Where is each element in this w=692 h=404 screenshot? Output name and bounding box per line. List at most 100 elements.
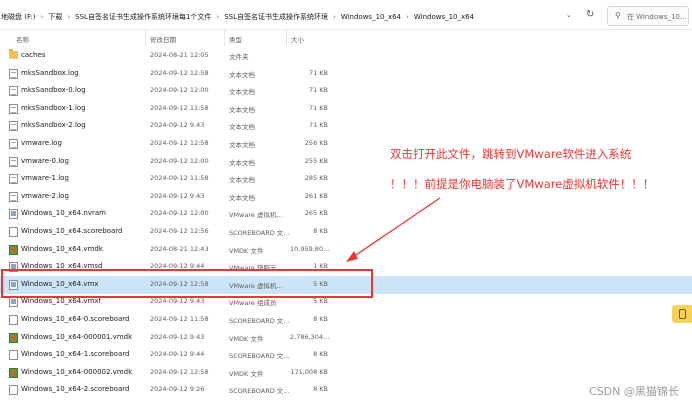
- file-name: vmware-0.log: [21, 156, 69, 165]
- file-row[interactable]: mksSandbox.log 2024-09-12 12:58 文本文档 71 KB: [0, 65, 692, 83]
- file-size: 2,786,304...: [290, 332, 330, 341]
- file-date: 2024-09-12 9:44: [150, 350, 205, 359]
- file-date: 2024-08-21 12:05: [150, 51, 209, 59]
- file-size: 285 KB: [304, 174, 328, 183]
- file-date: 2024-09-12 9:43: [150, 191, 205, 200]
- file-name: mksSandbox.log: [21, 68, 79, 77]
- file-type: SCOREBOARD 文...: [229, 317, 290, 325]
- text-file-icon: [9, 191, 18, 202]
- annotation-text-1: 双击打开此文件，跳转到VMware软件进入系统: [390, 147, 632, 161]
- file-name: Windows_10_x64.scoreboard: [21, 227, 123, 235]
- file-name: Windows_10_x64.vmxf: [21, 297, 101, 306]
- breadcrumb-item[interactable]: Windows_10_x64: [413, 13, 475, 21]
- file-name: caches: [21, 51, 46, 59]
- file-size: 71 KB: [308, 86, 328, 95]
- text-file-icon: [9, 86, 18, 97]
- vm-file-icon: [9, 297, 18, 308]
- file-date: 2024-09-12 12:00: [150, 209, 209, 218]
- file-name: mksSandbox-0.log: [21, 86, 86, 95]
- text-file-icon: [9, 139, 18, 149]
- file-type: SCOREBOARD 文...: [229, 229, 290, 237]
- side-widget-icon[interactable]: [672, 305, 692, 323]
- file-row[interactable]: mksSandbox-1.log 2024-09-12 11:58 文本文档 71 K…: [0, 100, 692, 118]
- file-row[interactable]: mksSandbox-2.log 2024-09-12 9:43 文本文档 71 KB: [0, 117, 692, 135]
- file-row[interactable]: Windows_10_x64.nvram 2024-09-12 12:00 VMwa…: [0, 205, 692, 223]
- file-row[interactable]: Windows_10_x64-0.scoreboard 2024-09-12 11…: [0, 311, 692, 329]
- chevron-down-icon[interactable]: ⌄: [566, 11, 572, 19]
- watermark: CSDN @黑猫锦长: [589, 385, 679, 398]
- file-size: 8 KB: [313, 350, 328, 359]
- file-type: 文本文档: [229, 105, 255, 114]
- blank-file-icon: [9, 315, 18, 325]
- column-divider[interactable]: [286, 30, 287, 46]
- file-date: 2024-09-12 11:58: [150, 103, 209, 112]
- file-name: vmware.log: [21, 139, 62, 147]
- file-name: vmware-2.log: [21, 191, 69, 200]
- search-box[interactable]: ⚲ 在 Windows_10...: [607, 6, 689, 26]
- refresh-icon[interactable]: ↻: [586, 9, 594, 20]
- breadcrumb-item[interactable]: SSL自签名证书生成操作系统环境每1个文件: [74, 12, 212, 22]
- file-name: Windows_10_x64-1.scoreboard: [21, 350, 130, 359]
- column-divider[interactable]: [224, 30, 225, 46]
- file-row[interactable]: mksSandbox-0.log 2024-09-12 12:00 文本文档 71 K…: [0, 82, 692, 100]
- text-file-icon: [9, 103, 18, 114]
- file-name: Windows_10_x64-000001.vmdk: [21, 332, 133, 341]
- file-row[interactable]: Windows_10_x64-000002.vmdk 2024-09-12 12:…: [0, 364, 692, 382]
- file-date: 2024-09-12 11:58: [150, 315, 209, 323]
- column-name-header[interactable]: 名称: [16, 34, 29, 44]
- annotation-text-2: ！！！前提是你电脑装了VMware虚拟机软件！！！: [390, 177, 655, 191]
- column-divider[interactable]: [145, 30, 146, 46]
- blank-file-icon: [9, 350, 18, 361]
- file-date: 2024-09-12 11:58: [150, 174, 209, 183]
- text-file-icon: [9, 174, 18, 185]
- file-type: 文本文档: [229, 123, 255, 132]
- file-type: VMDK 文件: [229, 369, 264, 378]
- file-date: 2024-09-12 12:00: [150, 156, 209, 165]
- file-row[interactable]: caches 2024-08-21 12:05 文件夹: [0, 47, 692, 65]
- blank-file-icon: [9, 227, 18, 237]
- breadcrumb-item[interactable]: 下载: [47, 12, 63, 22]
- file-type: VMware 组成员: [229, 299, 277, 308]
- breadcrumb-item[interactable]: SSL自签名证书生成操作系统环境: [223, 12, 329, 22]
- address-bar[interactable]: 地磁盘 (F:) › 下载 › SSL自签名证书生成操作系统环境每1个文件 › SSL自签名…: [0, 0, 692, 30]
- column-size-header[interactable]: 大小: [291, 34, 304, 44]
- column-header: 名称 修改日期 类型 大小: [0, 31, 692, 45]
- column-date-header[interactable]: 修改日期: [150, 34, 176, 44]
- file-row[interactable]: Windows_10_x64.vmdk 2024-08-21 12:43 VMDK …: [0, 241, 692, 259]
- file-row[interactable]: Windows_10_x64-1.scoreboard 2024-09-12 9:…: [0, 346, 692, 364]
- breadcrumb-separator-icon: ›: [67, 13, 71, 21]
- file-row[interactable]: Windows_10_x64-000001.vmdk 2024-09-12 9:4…: [0, 329, 692, 347]
- file-size: 10,959,80...: [290, 244, 330, 253]
- file-date: 2024-09-12 9:43: [150, 297, 205, 306]
- search-icon: ⚲: [615, 11, 621, 20]
- file-size: 71 KB: [308, 103, 328, 112]
- file-date: 2024-09-12 9:26: [150, 385, 205, 394]
- file-size: 8 KB: [313, 227, 328, 235]
- breadcrumb[interactable]: 地磁盘 (F:) › 下载 › SSL自签名证书生成操作系统环境每1个文件 › SSL自签名…: [0, 11, 475, 23]
- file-size: 261 KB: [304, 191, 328, 200]
- file-name: Windows_10_x64.vmdk: [21, 244, 103, 253]
- file-size: 8 KB: [313, 315, 328, 323]
- breadcrumb-item[interactable]: Windows_10_x64: [340, 13, 402, 21]
- file-name: Windows_10_x64.nvram: [21, 209, 106, 218]
- breadcrumb-item[interactable]: 地磁盘 (F:): [0, 12, 37, 22]
- column-type-header[interactable]: 类型: [229, 34, 242, 44]
- blank-file-icon: [9, 385, 18, 396]
- file-type: 文本文档: [229, 158, 255, 167]
- file-type: 文本文档: [229, 70, 255, 79]
- file-size: 71 KB: [308, 121, 328, 130]
- file-type: VMDK 文件: [229, 246, 264, 255]
- file-row[interactable]: Windows_10_x64.scoreboard 2024-09-12 12:5…: [0, 223, 692, 241]
- file-date: 2024-09-12 9:43: [150, 332, 205, 341]
- file-date: 2024-09-12 12:58: [150, 367, 209, 376]
- text-file-icon: [9, 68, 18, 79]
- file-date: 2024-09-12 12:58: [150, 68, 209, 77]
- file-size: 265 KB: [304, 209, 328, 218]
- vm-file-icon: [9, 209, 18, 220]
- search-placeholder: 在 Windows_10...: [627, 13, 687, 21]
- file-size: 71 KB: [308, 68, 328, 77]
- breadcrumb-separator-icon: ›: [216, 13, 220, 21]
- file-type: 文件夹: [229, 53, 249, 61]
- text-file-icon: [9, 121, 18, 132]
- file-name: Windows_10_x64-2.scoreboard: [21, 385, 130, 394]
